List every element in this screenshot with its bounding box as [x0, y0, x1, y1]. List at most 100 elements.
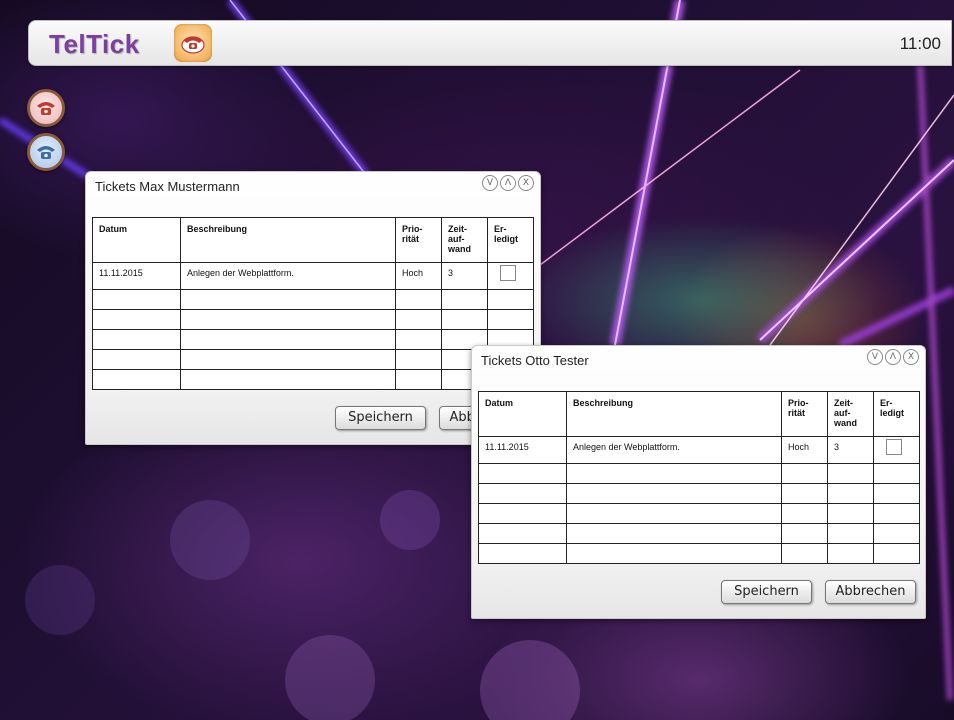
- cell-datum[interactable]: 11.11.2015: [92, 262, 181, 290]
- empty-cell[interactable]: [781, 543, 828, 564]
- table-row[interactable]: [478, 523, 920, 544]
- empty-cell[interactable]: [92, 349, 181, 370]
- empty-cell[interactable]: [478, 523, 567, 544]
- empty-cell[interactable]: [180, 369, 396, 390]
- empty-cell[interactable]: [478, 463, 567, 484]
- empty-cell[interactable]: [180, 329, 396, 350]
- table-row[interactable]: [478, 483, 920, 504]
- table-row[interactable]: [478, 503, 920, 524]
- empty-cell[interactable]: [441, 289, 488, 310]
- minimize-button[interactable]: V: [867, 349, 883, 365]
- red-telephone-icon: [37, 102, 55, 115]
- close-button[interactable]: X: [518, 175, 534, 191]
- empty-cell[interactable]: [487, 309, 534, 330]
- empty-cell[interactable]: [478, 503, 567, 524]
- close-button[interactable]: X: [903, 349, 919, 365]
- empty-cell[interactable]: [566, 503, 782, 524]
- save-button[interactable]: Speichern: [721, 580, 812, 604]
- empty-cell[interactable]: [487, 289, 534, 310]
- table-row[interactable]: 11.11.2015 Anlegen der Webplattform. Hoc…: [478, 436, 920, 464]
- column-header-zeitaufwand: Zeit- auf- wand: [827, 391, 874, 437]
- empty-cell[interactable]: [873, 543, 920, 564]
- window-controls: V Λ X: [867, 349, 919, 365]
- table-row[interactable]: [92, 289, 534, 310]
- telephone-button[interactable]: [174, 24, 212, 62]
- tickets-window-otto-tester: Tickets Otto Tester V Λ X Datum Beschrei…: [471, 345, 926, 619]
- empty-cell[interactable]: [478, 543, 567, 564]
- cell-zeitaufwand[interactable]: 3: [827, 436, 874, 464]
- empty-cell[interactable]: [827, 503, 874, 524]
- table-row[interactable]: [92, 349, 534, 370]
- table-row[interactable]: 11.11.2015 Anlegen der Webplattform. Hoc…: [92, 262, 534, 290]
- empty-cell[interactable]: [395, 329, 442, 350]
- cell-zeitaufwand[interactable]: 3: [441, 262, 488, 290]
- table-row[interactable]: [92, 369, 534, 390]
- column-header-erledigt: Er- ledigt: [487, 217, 534, 263]
- empty-cell[interactable]: [478, 483, 567, 504]
- empty-cell[interactable]: [873, 523, 920, 544]
- save-button[interactable]: Speichern: [335, 406, 426, 430]
- empty-cell[interactable]: [566, 523, 782, 544]
- cell-datum[interactable]: 11.11.2015: [478, 436, 567, 464]
- empty-cell[interactable]: [395, 289, 442, 310]
- column-header-beschreibung: Beschreibung: [180, 217, 396, 263]
- empty-cell[interactable]: [781, 463, 828, 484]
- empty-cell[interactable]: [180, 309, 396, 330]
- empty-cell[interactable]: [566, 543, 782, 564]
- table-row[interactable]: [478, 543, 920, 564]
- column-header-prioritaet: Prio- rität: [781, 391, 828, 437]
- cancel-button[interactable]: Abbrechen: [825, 580, 916, 604]
- empty-cell[interactable]: [781, 503, 828, 524]
- erledigt-checkbox[interactable]: [500, 265, 516, 281]
- empty-cell[interactable]: [92, 329, 181, 350]
- column-header-datum: Datum: [478, 391, 567, 437]
- column-header-erledigt: Er- ledigt: [873, 391, 920, 437]
- empty-cell[interactable]: [92, 369, 181, 390]
- tickets-table: Datum Beschreibung Prio- rität Zeit- auf…: [92, 217, 534, 390]
- minimize-button[interactable]: V: [482, 175, 498, 191]
- window-controls: V Λ X: [482, 175, 534, 191]
- cell-beschreibung[interactable]: Anlegen der Webplattform.: [180, 262, 396, 290]
- cell-beschreibung[interactable]: Anlegen der Webplattform.: [566, 436, 782, 464]
- cell-prioritaet[interactable]: Hoch: [395, 262, 442, 290]
- maximize-button[interactable]: Λ: [500, 175, 516, 191]
- empty-cell[interactable]: [827, 543, 874, 564]
- table-row[interactable]: [478, 463, 920, 484]
- window-title: Tickets Otto Tester: [481, 353, 589, 368]
- column-header-beschreibung: Beschreibung: [566, 391, 782, 437]
- table-row[interactable]: [92, 329, 534, 350]
- empty-cell[interactable]: [873, 483, 920, 504]
- empty-cell[interactable]: [873, 503, 920, 524]
- tickets-table: Datum Beschreibung Prio- rität Zeit- auf…: [478, 391, 920, 564]
- maximize-button[interactable]: Λ: [885, 349, 901, 365]
- empty-cell[interactable]: [827, 463, 874, 484]
- empty-cell[interactable]: [395, 349, 442, 370]
- empty-cell[interactable]: [395, 309, 442, 330]
- column-header-prioritaet: Prio- rität: [395, 217, 442, 263]
- empty-cell[interactable]: [92, 309, 181, 330]
- empty-cell[interactable]: [873, 463, 920, 484]
- column-header-zeitaufwand: Zeit- auf- wand: [441, 217, 488, 263]
- table-row[interactable]: [92, 309, 534, 330]
- empty-cell[interactable]: [395, 369, 442, 390]
- window-title: Tickets Max Mustermann: [95, 179, 240, 194]
- table-header-row: Datum Beschreibung Prio- rität Zeit- auf…: [92, 217, 534, 263]
- red-telephone-button[interactable]: [27, 89, 65, 127]
- table-header-row: Datum Beschreibung Prio- rität Zeit- auf…: [478, 391, 920, 437]
- empty-cell[interactable]: [781, 483, 828, 504]
- empty-cell[interactable]: [827, 483, 874, 504]
- erledigt-checkbox[interactable]: [886, 439, 902, 455]
- empty-cell[interactable]: [441, 309, 488, 330]
- empty-cell[interactable]: [566, 463, 782, 484]
- empty-cell[interactable]: [92, 289, 181, 310]
- cell-prioritaet[interactable]: Hoch: [781, 436, 828, 464]
- empty-cell[interactable]: [566, 483, 782, 504]
- empty-cell[interactable]: [180, 289, 396, 310]
- blue-telephone-button[interactable]: [27, 133, 65, 171]
- telephone-icon: [181, 36, 205, 54]
- empty-cell[interactable]: [180, 349, 396, 370]
- clock: 11:00: [899, 34, 941, 53]
- column-header-datum: Datum: [92, 217, 181, 263]
- empty-cell[interactable]: [827, 523, 874, 544]
- empty-cell[interactable]: [781, 523, 828, 544]
